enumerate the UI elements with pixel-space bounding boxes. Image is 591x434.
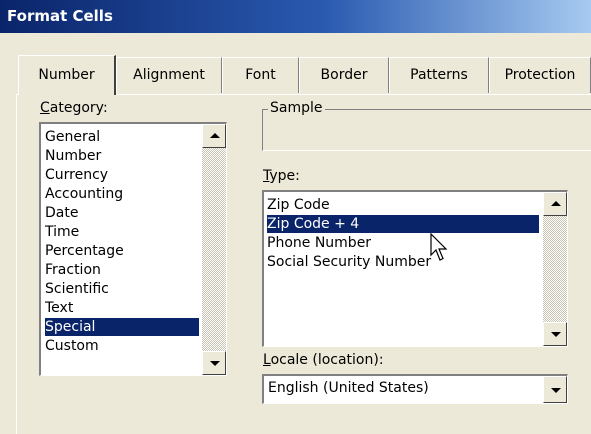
type-scroll-down-button[interactable] [543, 322, 567, 346]
type-label: Type: [263, 168, 300, 184]
category-item-accounting[interactable]: Accounting [45, 185, 123, 203]
category-scroll-down-button[interactable] [202, 351, 226, 375]
sample-label: Sample [268, 100, 325, 116]
arrow-up-icon [551, 201, 561, 206]
tab-patterns[interactable]: Patterns [389, 57, 489, 93]
type-item-zip-code-plus-4[interactable]: Zip Code + 4 [267, 215, 539, 233]
category-item-special[interactable]: Special [45, 318, 199, 336]
arrow-cursor-icon [430, 233, 448, 261]
category-item-time[interactable]: Time [45, 223, 79, 241]
type-scroll-up-button[interactable] [543, 192, 567, 216]
type-listbox[interactable]: Zip Code Zip Code + 4 Phone Number Socia… [262, 190, 568, 347]
locale-label: Locale (location): [263, 352, 384, 368]
locale-dropdown[interactable]: English (United States) [262, 374, 568, 404]
arrow-down-icon [210, 361, 220, 366]
tab-font[interactable]: Font [222, 57, 299, 93]
arrow-up-icon [210, 133, 220, 138]
title-bar[interactable]: Format Cells [0, 0, 591, 33]
category-item-scientific[interactable]: Scientific [45, 280, 109, 298]
category-item-currency[interactable]: Currency [45, 166, 108, 184]
tab-strip: Number Alignment Font Border Patterns Pr… [0, 55, 591, 95]
category-item-percentage[interactable]: Percentage [45, 242, 124, 260]
type-item-social-security-number[interactable]: Social Security Number [267, 253, 431, 271]
tab-alignment[interactable]: Alignment [116, 57, 222, 93]
category-label: Category: [40, 100, 108, 116]
dialog-title: Format Cells [7, 7, 113, 25]
locale-value: English (United States) [268, 380, 429, 396]
type-item-zip-code[interactable]: Zip Code [267, 196, 330, 214]
type-item-phone-number[interactable]: Phone Number [267, 234, 371, 252]
chevron-down-icon [551, 388, 561, 393]
category-scroll-up-button[interactable] [202, 124, 226, 148]
category-item-text[interactable]: Text [45, 299, 73, 317]
category-item-custom[interactable]: Custom [45, 337, 99, 355]
locale-dropdown-button[interactable] [543, 376, 567, 403]
category-scrollbar[interactable] [202, 124, 226, 375]
tab-protection[interactable]: Protection [489, 57, 591, 93]
category-listbox[interactable]: General Number Currency Accounting Date … [39, 122, 227, 376]
category-item-fraction[interactable]: Fraction [45, 261, 101, 279]
type-scrollbar[interactable] [543, 192, 567, 346]
arrow-down-icon [551, 332, 561, 337]
category-item-general[interactable]: General [45, 128, 100, 146]
category-item-date[interactable]: Date [45, 204, 78, 222]
tab-number[interactable]: Number [18, 55, 116, 95]
format-cells-dialog: Format Cells Number Alignment Font Borde… [0, 0, 591, 434]
category-item-number[interactable]: Number [45, 147, 101, 165]
tab-border[interactable]: Border [299, 57, 389, 93]
